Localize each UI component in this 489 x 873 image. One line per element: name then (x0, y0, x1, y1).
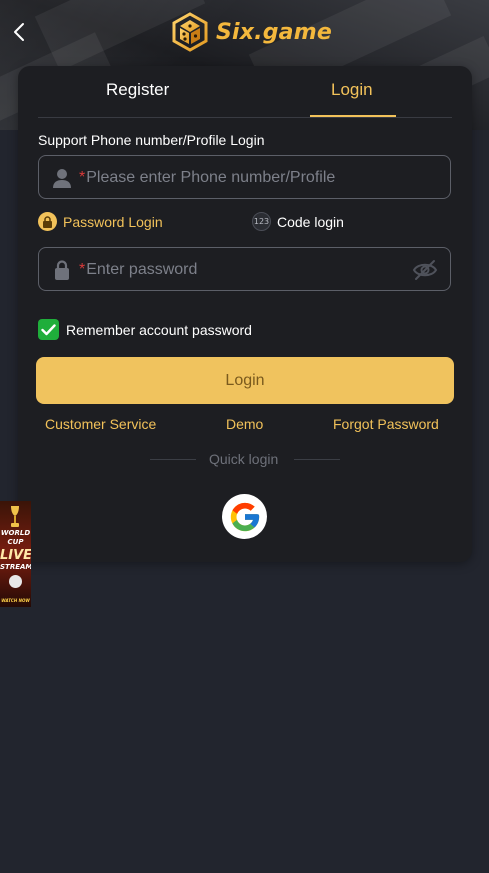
login-button[interactable]: Login (36, 357, 454, 404)
password-login-label: Password Login (63, 213, 163, 230)
promo-line-2: CUP (7, 538, 24, 546)
divider-line (294, 459, 340, 460)
customer-service-link[interactable]: Customer Service (45, 416, 156, 432)
google-login-button[interactable] (222, 494, 267, 539)
help-links: Customer Service Demo Forgot Password (18, 416, 472, 436)
world-cup-live-stream-banner[interactable]: WORLD CUP LIVE STREAM WATCH NOW (0, 501, 31, 607)
divider-line (150, 459, 196, 460)
lock-icon (38, 212, 57, 231)
checkbox-checked-icon (38, 319, 59, 340)
tab-login[interactable]: Login (331, 80, 373, 100)
quick-login-label: Quick login (209, 451, 279, 467)
google-icon (230, 502, 259, 531)
forgot-password-link[interactable]: Forgot Password (333, 416, 439, 432)
login-mode-switch: Password Login 123 Code login (38, 212, 458, 236)
remember-password-checkbox[interactable]: Remember account password (38, 319, 252, 340)
phone-field-label: Support Phone number/Profile Login (38, 132, 265, 148)
required-mark: * (79, 261, 86, 278)
tabs-divider (38, 117, 452, 118)
code-login-label: Code login (277, 213, 344, 230)
brand-logo: Six.game (170, 12, 332, 52)
password-placeholder: *Enter password (79, 261, 198, 278)
promo-line-4: STREAM (0, 563, 31, 571)
trophy-icon (11, 506, 19, 527)
user-icon (53, 169, 71, 188)
password-login-option[interactable]: Password Login (38, 212, 163, 231)
eye-hidden-icon[interactable] (412, 259, 438, 281)
code-123-icon: 123 (252, 212, 271, 231)
dice-logo-icon (172, 12, 208, 52)
lock-icon (55, 260, 69, 280)
code-login-option[interactable]: 123 Code login (252, 212, 344, 231)
quick-login-divider: Quick login (18, 451, 472, 469)
demo-link[interactable]: Demo (226, 416, 263, 432)
phone-placeholder: *Please enter Phone number/Profile (79, 169, 336, 186)
brand-name: Six.game (216, 19, 332, 45)
phone-input[interactable]: *Please enter Phone number/Profile (38, 155, 451, 199)
football-icon (9, 575, 22, 588)
remember-label: Remember account password (66, 321, 252, 338)
required-mark: * (79, 169, 86, 186)
login-card: Register Login Support Phone number/Prof… (18, 66, 472, 562)
promo-line-3: LIVE (0, 548, 31, 563)
password-input[interactable]: *Enter password (38, 247, 451, 291)
auth-tabs: Register Login (18, 66, 472, 118)
promo-line-1: WORLD (0, 529, 31, 537)
chevron-left-icon (14, 23, 24, 41)
back-button[interactable] (8, 18, 32, 46)
tab-register[interactable]: Register (106, 80, 169, 100)
top-bar: Six.game (0, 0, 489, 64)
promo-cta: WATCH NOW (1, 598, 30, 603)
